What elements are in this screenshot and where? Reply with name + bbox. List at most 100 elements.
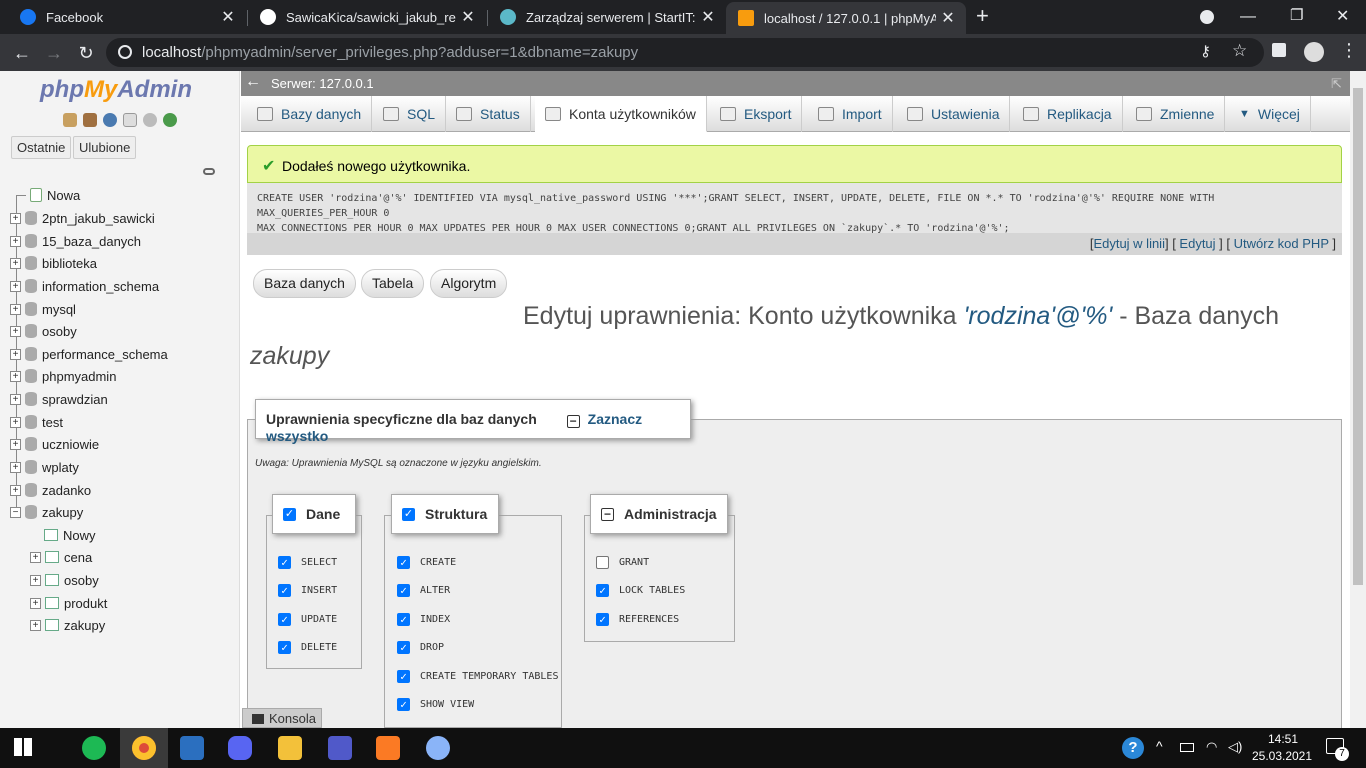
- tree-item-db-expanded[interactable]: − zakupy: [0, 502, 83, 522]
- browser-tab-facebook[interactable]: Facebook ✕: [8, 0, 246, 34]
- scroll-top-icon[interactable]: ⇱: [1331, 76, 1342, 92]
- teams-icon[interactable]: [328, 736, 352, 760]
- clock-date[interactable]: 25.03.2021: [1248, 749, 1316, 763]
- priv-references[interactable]: ✓ REFERENCES: [596, 612, 679, 626]
- tree-item-db[interactable]: + osoby: [0, 321, 77, 341]
- minimize-icon[interactable]: —: [1240, 8, 1256, 26]
- tab-more[interactable]: ▼ Więcej: [1229, 96, 1311, 132]
- tab-variables[interactable]: Zmienne: [1126, 96, 1226, 132]
- help-icon[interactable]: [103, 113, 117, 127]
- file-explorer-icon[interactable]: [278, 736, 302, 760]
- tree-item-table[interactable]: + zakupy: [0, 615, 105, 635]
- maximize-icon[interactable]: ❐: [1290, 6, 1303, 24]
- tree-item-db[interactable]: + test: [0, 412, 63, 432]
- profile-avatar[interactable]: [1304, 42, 1324, 62]
- tree-item-db[interactable]: + biblioteka: [0, 253, 97, 273]
- tab-sql[interactable]: SQL: [373, 96, 447, 132]
- tree-item-db[interactable]: +2ptn_jakub_sawicki: [0, 208, 155, 228]
- close-icon[interactable]: ✕: [696, 7, 720, 27]
- window-close-icon[interactable]: ✕: [1336, 6, 1349, 26]
- key-icon[interactable]: ⚷: [1200, 42, 1211, 60]
- browser-tab-phpmyadmin[interactable]: localhost / 127.0.0.1 | phpMyAdm ✕: [726, 2, 966, 34]
- wifi-icon[interactable]: ◠: [1206, 739, 1217, 755]
- menu-icon[interactable]: ⋮: [1340, 40, 1358, 61]
- priv-create-temp[interactable]: ✓ CREATE TEMPORARY TABLES: [397, 669, 558, 683]
- group-structure-legend[interactable]: ✓ Struktura: [391, 494, 499, 534]
- docs-icon[interactable]: [123, 113, 137, 127]
- tree-item-db[interactable]: + performance_schema: [0, 344, 168, 364]
- extensions-icon[interactable]: [1272, 43, 1286, 57]
- tree-item-db[interactable]: +15_baza_danych: [0, 231, 141, 251]
- tree-item-db[interactable]: + information_schema: [0, 276, 159, 296]
- help-icon[interactable]: ?: [1122, 737, 1144, 759]
- settings-icon[interactable]: [143, 113, 157, 127]
- tree-item-db[interactable]: + wplaty: [0, 457, 79, 477]
- tab-search-icon[interactable]: [1200, 10, 1214, 24]
- priv-index[interactable]: ✓ INDEX: [397, 612, 450, 626]
- reload-nav-icon[interactable]: [163, 113, 177, 127]
- windows-start-icon[interactable]: [14, 738, 32, 756]
- priv-delete[interactable]: ✓ DELETE: [278, 640, 337, 654]
- info-icon[interactable]: [118, 45, 132, 59]
- forward-icon[interactable]: →: [42, 41, 66, 65]
- close-icon[interactable]: ✕: [216, 7, 240, 27]
- new-tab-button[interactable]: +: [976, 3, 989, 29]
- chrome-icon[interactable]: [132, 736, 156, 760]
- priv-grant[interactable]: GRANT: [596, 555, 649, 569]
- tree-item-table[interactable]: + osoby: [0, 570, 99, 590]
- priv-show-view[interactable]: ✓ SHOW VIEW: [397, 697, 474, 711]
- phpmyadmin-logo[interactable]: phpMyAdmin: [40, 76, 192, 104]
- tab-status[interactable]: Status: [446, 96, 531, 132]
- priv-drop[interactable]: ✓ DROP: [397, 640, 444, 654]
- group-admin-legend[interactable]: − Administracja: [590, 494, 728, 534]
- tab-user-accounts[interactable]: Konta użytkowników: [535, 96, 707, 132]
- tab-export[interactable]: Eksport: [710, 96, 803, 132]
- app-icon[interactable]: [180, 736, 204, 760]
- close-icon[interactable]: ✕: [936, 8, 960, 28]
- priv-lock-tables[interactable]: ✓ LOCK TABLES: [596, 583, 685, 597]
- subtab-table[interactable]: Tabela: [361, 269, 425, 298]
- favorites-button[interactable]: Ulubione: [73, 136, 137, 159]
- star-icon[interactable]: ☆: [1232, 41, 1247, 61]
- chevron-up-icon[interactable]: ^: [1156, 738, 1163, 754]
- discord-icon[interactable]: [228, 736, 252, 760]
- priv-insert[interactable]: ✓ INSERT: [278, 583, 337, 597]
- priv-alter[interactable]: ✓ ALTER: [397, 583, 450, 597]
- logout-icon[interactable]: [83, 113, 97, 127]
- priv-create[interactable]: ✓ CREATE: [397, 555, 456, 569]
- home-icon[interactable]: [63, 113, 77, 127]
- priv-update[interactable]: ✓ UPDATE: [278, 612, 337, 626]
- scrollbar[interactable]: [1350, 71, 1366, 728]
- tree-item-db[interactable]: + uczniowie: [0, 434, 99, 454]
- tree-item-db[interactable]: + sprawdzian: [0, 389, 108, 409]
- url-bar[interactable]: localhost/phpmyadmin/server_privileges.p…: [106, 38, 1264, 67]
- volume-icon[interactable]: ◁): [1228, 739, 1242, 755]
- link-icon[interactable]: [203, 168, 215, 175]
- clock-time[interactable]: 14:51: [1256, 732, 1310, 746]
- tree-item-table[interactable]: + produkt: [0, 593, 107, 613]
- tree-item-db[interactable]: + mysql: [0, 299, 76, 319]
- tree-item-new[interactable]: Nowa: [0, 185, 80, 205]
- tree-item-db[interactable]: + zadanko: [0, 480, 91, 500]
- subtab-routine[interactable]: Algorytm: [430, 269, 508, 298]
- reload-icon[interactable]: ↻: [74, 41, 98, 65]
- collapse-icon[interactable]: ←: [245, 73, 261, 91]
- browser-tab-github[interactable]: SawicaKica/sawicki_jakub_repo_b ✕: [248, 0, 486, 34]
- tree-item-table[interactable]: + cena: [0, 547, 92, 567]
- edit-inline-link[interactable]: Edytuj w linii: [1093, 236, 1165, 251]
- close-icon[interactable]: ✕: [456, 7, 480, 27]
- group-data-legend[interactable]: ✓ Dane: [272, 494, 356, 534]
- priv-select[interactable]: ✓ SELECT: [278, 555, 337, 569]
- create-php-link[interactable]: Utwórz kod PHP: [1234, 236, 1329, 251]
- console-toggle[interactable]: Konsola: [242, 708, 322, 728]
- tree-item-new-table[interactable]: Nowy: [0, 525, 96, 545]
- browser-tab-startit[interactable]: Zarządzaj serwerem | StartIT: Wie ✕: [488, 0, 726, 34]
- tab-replication[interactable]: Replikacja: [1013, 96, 1123, 132]
- recent-button[interactable]: Ostatnie: [11, 136, 72, 159]
- tree-item-db[interactable]: + phpmyadmin: [0, 366, 116, 386]
- edit-link[interactable]: Edytuj: [1179, 236, 1215, 251]
- spotify-icon[interactable]: [82, 736, 106, 760]
- paint-icon[interactable]: [426, 736, 450, 760]
- xampp-icon[interactable]: [376, 736, 400, 760]
- tab-import[interactable]: Import: [808, 96, 893, 132]
